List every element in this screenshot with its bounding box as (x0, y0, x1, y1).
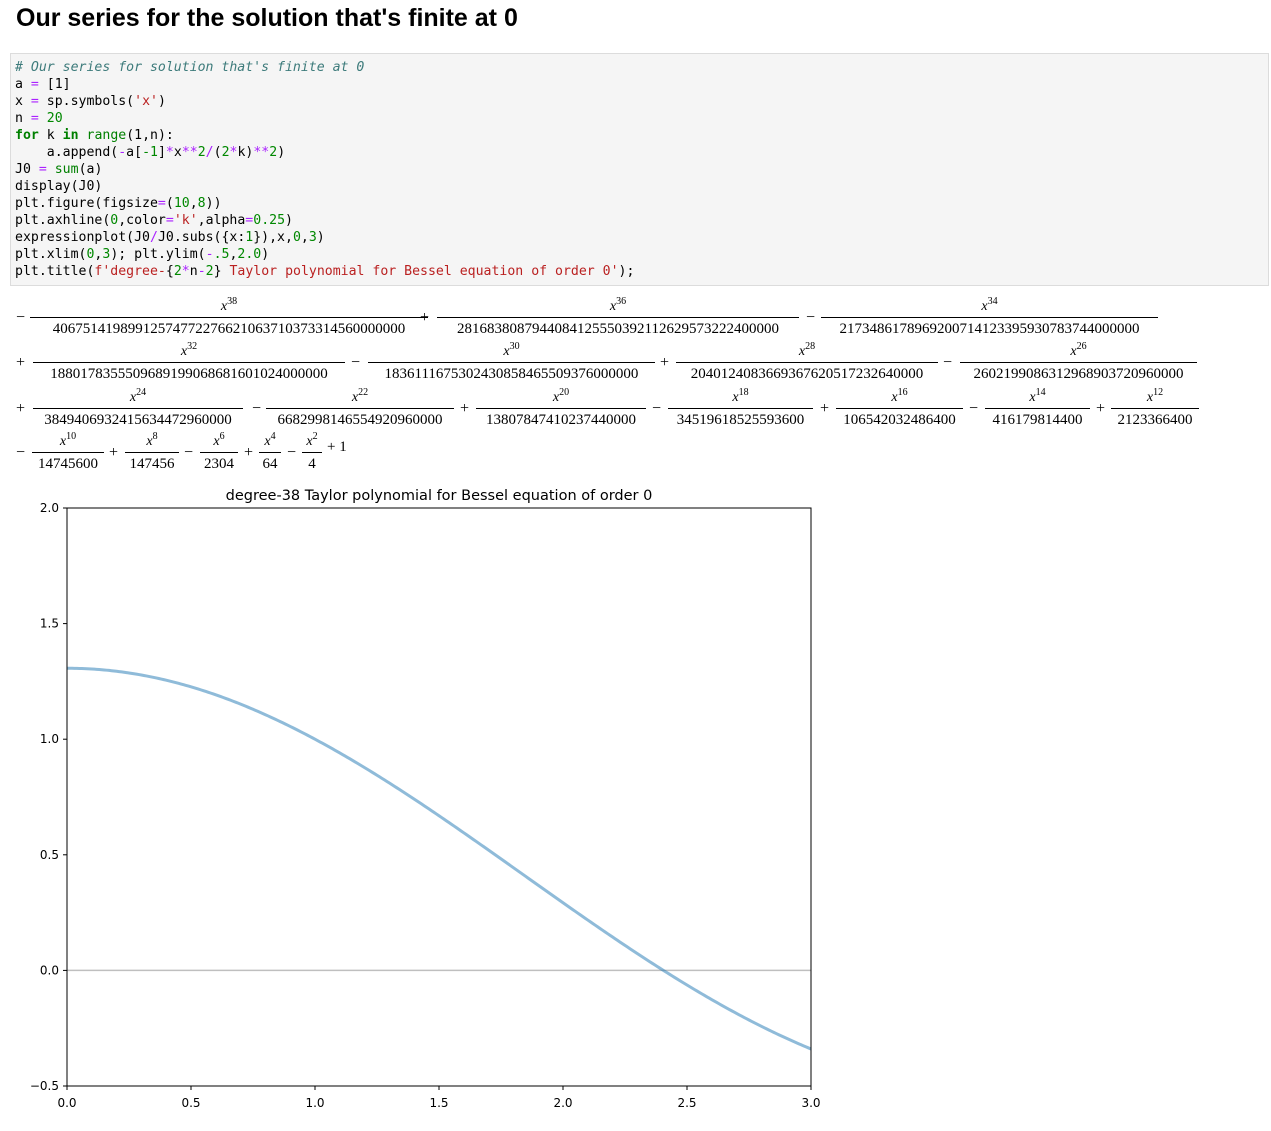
y-tick-label: 2.0 (40, 501, 59, 515)
x-tick-label: 1.0 (305, 1096, 324, 1110)
x-tick-label: 1.5 (429, 1096, 448, 1110)
y-tick-label: 0.0 (40, 963, 59, 977)
x-tick-label: 0.0 (57, 1096, 76, 1110)
y-tick-label: 1.0 (40, 732, 59, 746)
plot-frame (66, 507, 812, 1087)
bessel-chart: degree-38 Taylor polynomial for Bessel e… (30, 488, 821, 1110)
x-tick-label: 0.5 (181, 1096, 200, 1110)
series-line (67, 666, 812, 1051)
x-tick-label: 2.0 (553, 1096, 572, 1110)
x-tick-label: 2.5 (677, 1096, 696, 1110)
x-tick-label: 3.0 (801, 1096, 820, 1110)
y-tick-label: −0.5 (30, 1079, 59, 1093)
y-tick-label: 0.5 (40, 848, 59, 862)
chart-title: degree-38 Taylor polynomial for Bessel e… (226, 488, 653, 504)
y-tick-label: 1.5 (40, 617, 59, 631)
